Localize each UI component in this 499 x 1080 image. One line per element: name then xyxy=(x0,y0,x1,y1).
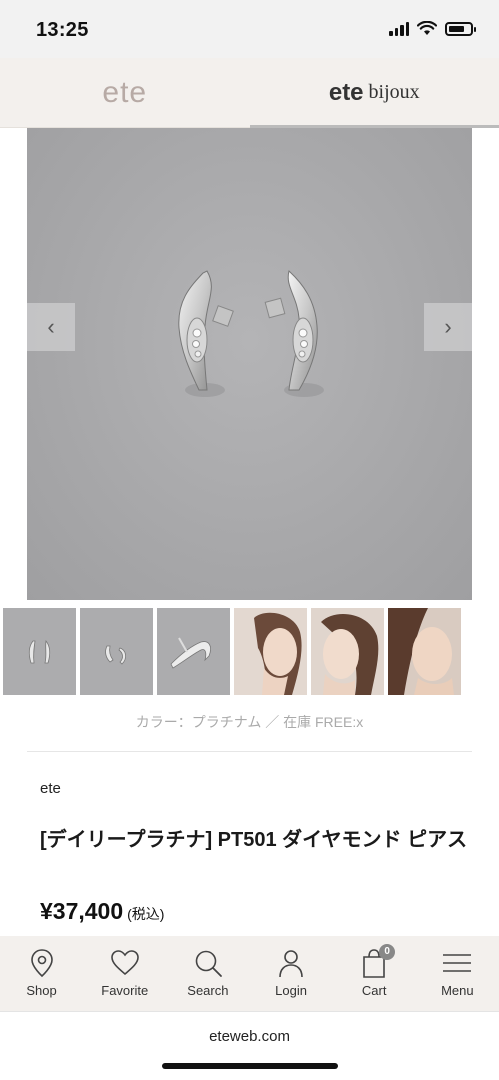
tab-ete-bijoux[interactable]: ete bijoux xyxy=(249,58,499,128)
bottom-nav: Shop Favorite Search Login 0 Cart Menu xyxy=(0,936,499,1011)
url-text: eteweb.com xyxy=(209,1028,290,1045)
chevron-left-icon: ‹ xyxy=(47,314,55,339)
nav-search[interactable]: Search xyxy=(173,946,243,998)
carousel-prev-button[interactable]: ‹ xyxy=(27,303,75,351)
nav-cart-label: Cart xyxy=(361,983,387,998)
home-indicator[interactable] xyxy=(162,1063,338,1069)
nav-shop-label: Shop xyxy=(26,983,57,998)
thumbnail-1[interactable] xyxy=(3,608,76,695)
nav-menu-label: Menu xyxy=(441,983,474,998)
ete-bijoux-logo: ete xyxy=(328,78,364,106)
cart-count-badge: 0 xyxy=(379,944,396,960)
nav-favorite[interactable]: Favorite xyxy=(90,946,160,998)
nav-menu[interactable]: Menu xyxy=(422,946,492,998)
wifi-icon xyxy=(417,21,437,35)
price-value: ¥37,400 xyxy=(40,898,124,924)
product-main-image[interactable]: ‹ › xyxy=(27,128,472,600)
carousel-next-button[interactable]: › xyxy=(424,303,472,351)
thumbnail-5[interactable] xyxy=(311,608,384,695)
earrings-photo xyxy=(178,270,324,397)
heart-icon xyxy=(110,950,139,976)
product-brand: ete xyxy=(40,780,61,797)
product-title: [デイリープラチナ] PT501 ダイヤモンド ピアス xyxy=(40,829,468,851)
status-bar: 13:25 xyxy=(0,0,499,58)
nav-shop[interactable]: Shop xyxy=(7,946,77,998)
color-stock-info: カラー：プラチナム ／ 在庫 FREE:x xyxy=(135,714,364,730)
search-icon xyxy=(195,950,222,977)
tax-note: (税込) xyxy=(127,906,165,922)
tab-ete[interactable]: ete xyxy=(0,58,250,127)
battery-icon xyxy=(445,21,476,36)
hamburger-menu-icon xyxy=(443,954,472,972)
cellular-signal-icon xyxy=(389,21,409,36)
product-price: ¥37,400 (税込) xyxy=(40,898,164,925)
thumbnail-6[interactable] xyxy=(388,608,461,695)
nav-login-label: Login xyxy=(275,983,307,998)
thumbnail-strip xyxy=(3,608,461,695)
user-icon xyxy=(279,950,303,978)
status-icons xyxy=(389,21,476,36)
map-pin-icon xyxy=(30,949,53,978)
status-time: 13:25 xyxy=(36,19,89,41)
thumbnail-3[interactable] xyxy=(157,608,230,695)
ete-logo: ete xyxy=(102,75,148,109)
divider xyxy=(27,751,472,752)
thumbnail-4[interactable] xyxy=(234,608,307,695)
nav-cart[interactable]: 0 Cart xyxy=(339,944,409,998)
thumbnail-2[interactable] xyxy=(80,608,153,695)
ete-bijoux-logo-sub: bijoux xyxy=(368,81,420,103)
nav-search-label: Search xyxy=(187,983,229,998)
chevron-right-icon: › xyxy=(444,314,452,339)
nav-favorite-label: Favorite xyxy=(101,983,149,998)
brand-tabs: ete ete bijoux xyxy=(0,58,499,128)
browser-url-bar[interactable]: eteweb.com xyxy=(0,1011,499,1080)
nav-login[interactable]: Login xyxy=(256,946,326,998)
